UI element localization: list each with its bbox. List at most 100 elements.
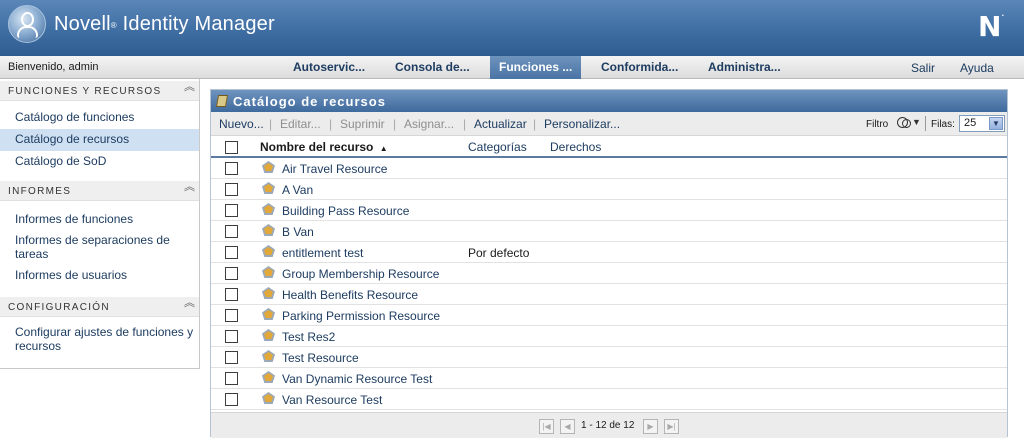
resource-name-link[interactable]: Van Dynamic Resource Test	[282, 372, 432, 386]
pagination-bar: |◀ ◀ 1 - 12 de 12 ▶ ▶|	[211, 412, 1007, 438]
resource-name-link[interactable]: Van Resource Test	[282, 393, 382, 407]
collapse-icon[interactable]: ︽	[184, 82, 195, 93]
row-checkbox[interactable]	[225, 393, 238, 406]
tab-conformidad[interactable]: Conformida...	[601, 60, 678, 74]
last-page-button[interactable]: ▶|	[664, 419, 679, 434]
row-checkbox[interactable]	[225, 309, 238, 322]
table-row[interactable]: entitlement test Por defecto	[211, 242, 1007, 263]
filter-dropdown-icon[interactable]: ▼	[912, 117, 921, 127]
row-checkbox[interactable]	[225, 225, 238, 238]
resource-icon	[262, 329, 275, 342]
section-title: FUNCIONES Y RECURSOS	[8, 86, 162, 97]
table-header: Nombre del recurso ▲ Categorías Derechos	[211, 136, 1007, 158]
delete-button[interactable]: Suprimir	[340, 117, 385, 131]
resource-icon	[262, 266, 275, 279]
table-row[interactable]: Van Dynamic Resource Test	[211, 368, 1007, 389]
resource-icon	[262, 245, 275, 258]
table-row[interactable]: Health Benefits Resource	[211, 284, 1007, 305]
resource-category: Por defecto	[468, 246, 530, 260]
first-page-button[interactable]: |◀	[539, 419, 554, 434]
sidebar-item-sod-reports[interactable]: Informes de separaciones de tareas	[0, 231, 199, 267]
sidebar-item-role-catalog[interactable]: Catálogo de funciones	[0, 107, 199, 129]
filter-icon[interactable]	[897, 116, 913, 130]
table-row[interactable]: Test Resource	[211, 347, 1007, 368]
tab-administracion[interactable]: Administra...	[708, 60, 781, 74]
toolbar-separator: |	[463, 117, 467, 131]
panel-title-bar: Catálogo de recursos	[211, 90, 1007, 112]
sidebar-section-header[interactable]: INFORMES ︽	[0, 181, 199, 201]
row-checkbox[interactable]	[225, 183, 238, 196]
table-row[interactable]: Test Res2	[211, 326, 1007, 347]
refresh-button[interactable]: Actualizar	[474, 117, 527, 131]
next-page-button[interactable]: ▶	[643, 419, 658, 434]
resource-name-link[interactable]: B Van	[282, 225, 314, 239]
table-row[interactable]: Group Membership Resource	[211, 263, 1007, 284]
collapse-icon[interactable]: ︽	[184, 182, 195, 193]
resource-name-link[interactable]: Test Resource	[282, 351, 359, 365]
help-link[interactable]: Ayuda	[960, 61, 994, 75]
resource-name-link[interactable]: Test Res2	[282, 330, 335, 344]
sidebar-item-resource-catalog[interactable]: Catálogo de recursos	[0, 129, 199, 151]
resource-name-link[interactable]: Building Pass Resource	[282, 204, 409, 218]
logout-link[interactable]: Salir	[911, 61, 935, 75]
edit-button[interactable]: Editar...	[280, 117, 321, 131]
row-checkbox[interactable]	[225, 204, 238, 217]
table-row[interactable]: B Van	[211, 221, 1007, 242]
table-row[interactable]: Air Travel Resource	[211, 158, 1007, 179]
sidebar-item-sod-catalog[interactable]: Catálogo de SoD	[0, 151, 199, 173]
toolbar-separator: |	[393, 117, 397, 131]
toolbar-separator: |	[269, 117, 273, 131]
tab-autoservicio[interactable]: Autoservic...	[293, 60, 365, 74]
row-checkbox[interactable]	[225, 267, 238, 280]
resource-name-link[interactable]: Air Travel Resource	[282, 162, 387, 176]
resource-name-link[interactable]: entitlement test	[282, 246, 363, 260]
row-checkbox[interactable]	[225, 162, 238, 175]
sidebar-item-user-reports[interactable]: Informes de usuarios	[0, 267, 199, 289]
toolbar: Nuevo... | Editar... | Suprimir | Asigna…	[211, 112, 1007, 136]
filter-label: Filtro	[866, 119, 889, 130]
row-checkbox[interactable]	[225, 330, 238, 343]
resource-icon	[262, 182, 275, 195]
app-name: Novell	[54, 13, 111, 35]
row-checkbox[interactable]	[225, 372, 238, 385]
table-row[interactable]: A Van	[211, 179, 1007, 200]
resource-name-link[interactable]: Parking Permission Resource	[282, 309, 440, 323]
resource-icon	[262, 350, 275, 363]
user-logo-icon	[8, 5, 46, 43]
sidebar-item-role-reports[interactable]: Informes de funciones	[0, 209, 199, 231]
table-row[interactable]: Van Resource Test	[211, 389, 1007, 410]
app-title: Novell® Identity Manager	[54, 13, 275, 36]
resource-name-link[interactable]: Group Membership Resource	[282, 267, 439, 281]
row-checkbox[interactable]	[225, 246, 238, 259]
sidebar-section-header[interactable]: CONFIGURACIÓN ︽	[0, 297, 199, 317]
table-row[interactable]: Parking Permission Resource	[211, 305, 1007, 326]
tab-consola[interactable]: Consola de...	[395, 60, 470, 74]
chevron-down-icon[interactable]: ▼	[989, 117, 1003, 130]
table-row[interactable]: Building Pass Resource	[211, 200, 1007, 221]
column-header-name[interactable]: Nombre del recurso ▲	[260, 140, 388, 154]
section-title: CONFIGURACIÓN	[8, 302, 110, 313]
sidebar-item-configure-settings[interactable]: Configurar ajustes de funciones y recurs…	[0, 325, 199, 359]
collapse-icon[interactable]: ︽	[184, 298, 195, 309]
tab-funciones[interactable]: Funciones ...	[490, 56, 582, 79]
resource-name-link[interactable]: Health Benefits Resource	[282, 288, 418, 302]
customize-button[interactable]: Personalizar...	[544, 117, 620, 131]
previous-page-button[interactable]: ◀	[560, 419, 575, 434]
app-banner: Novell® Identity Manager N.	[0, 0, 1024, 56]
sidebar-section-header[interactable]: FUNCIONES Y RECURSOS ︽	[0, 81, 199, 101]
resource-icon	[262, 287, 275, 300]
resource-name-link[interactable]: A Van	[282, 183, 313, 197]
resource-icon	[262, 161, 275, 174]
row-checkbox[interactable]	[225, 288, 238, 301]
select-all-checkbox[interactable]	[225, 141, 238, 154]
resource-icon	[262, 308, 275, 321]
table-body: Air Travel Resource A Van Building Pass …	[211, 158, 1007, 410]
product-name: Identity Manager	[122, 13, 275, 35]
sidebar: FUNCIONES Y RECURSOS ︽ Catálogo de funci…	[0, 79, 200, 369]
row-checkbox[interactable]	[225, 351, 238, 364]
rows-per-page-select[interactable]: 25 ▼	[959, 115, 1005, 132]
assign-button[interactable]: Asignar...	[404, 117, 454, 131]
column-header-rights[interactable]: Derechos	[550, 140, 601, 154]
column-header-categories[interactable]: Categorías	[468, 140, 527, 154]
new-button[interactable]: Nuevo...	[219, 117, 264, 131]
